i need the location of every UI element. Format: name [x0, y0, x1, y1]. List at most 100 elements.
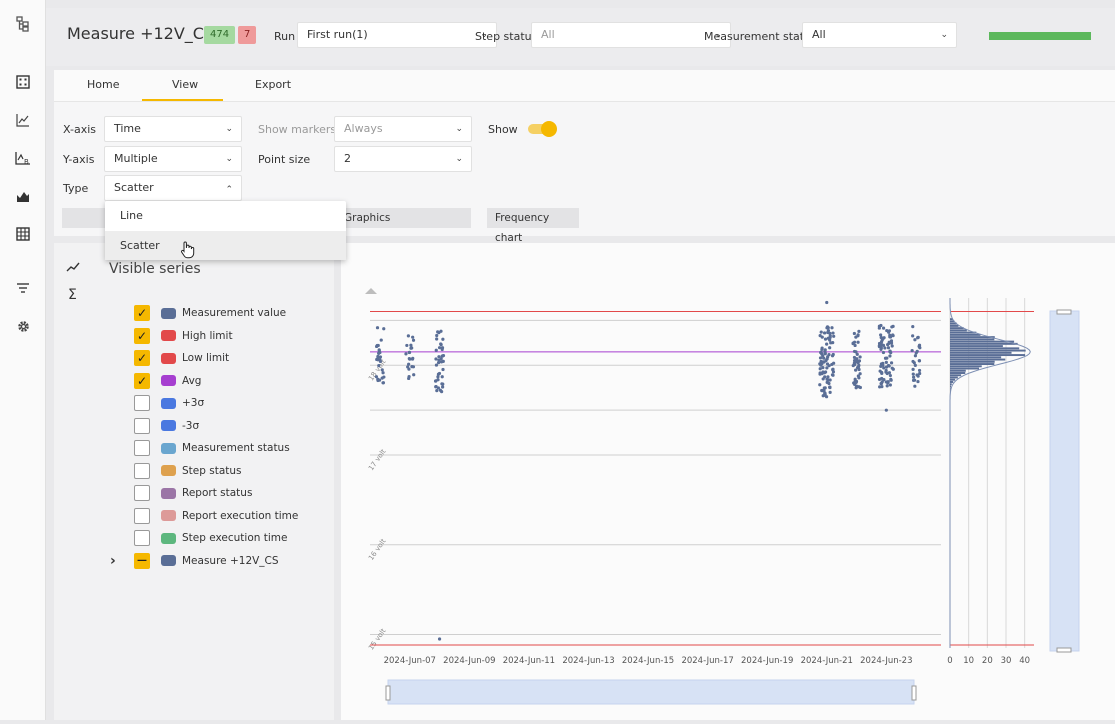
data-point — [853, 356, 856, 359]
data-point — [440, 357, 443, 360]
data-point — [437, 361, 440, 364]
measurement-status-select[interactable]: All ⌄ — [802, 22, 957, 48]
series-checkbox[interactable] — [134, 485, 150, 501]
data-point — [828, 364, 831, 367]
series-checkbox[interactable] — [134, 463, 150, 479]
show-toggle-knob[interactable] — [541, 121, 557, 137]
histogram-bar — [950, 386, 951, 388]
sigma-icon[interactable]: Σ — [68, 287, 77, 303]
limit-chart-icon[interactable]: B — [13, 148, 33, 168]
series-checkbox[interactable] — [134, 508, 150, 524]
data-point — [826, 357, 829, 360]
show-markers-value: Always — [344, 122, 383, 135]
histogram-tick-label: 20 — [982, 656, 993, 666]
data-point — [855, 381, 858, 384]
series-item[interactable]: +3σ — [134, 394, 204, 412]
data-point — [407, 334, 410, 337]
series-item[interactable]: Report status — [134, 484, 252, 502]
data-point — [852, 364, 855, 367]
series-label: Measurement value — [182, 307, 286, 319]
series-item[interactable]: ✓ Measurement value — [134, 304, 286, 322]
dropdown-option-line[interactable]: Line — [105, 201, 346, 230]
histogram-bar — [950, 361, 995, 363]
type-label: Type — [63, 182, 88, 195]
chevron-down-icon: ⌄ — [455, 147, 463, 171]
data-point — [375, 358, 378, 361]
data-point — [437, 331, 440, 334]
series-checkbox[interactable]: ✓ — [134, 328, 150, 344]
data-point — [911, 360, 914, 363]
data-point — [891, 344, 894, 347]
tab-view[interactable]: View — [172, 78, 198, 91]
data-point — [412, 373, 415, 376]
data-point — [824, 337, 827, 340]
tab-home[interactable]: Home — [87, 78, 119, 91]
series-item[interactable]: ✓Low limit — [134, 349, 229, 367]
dropdown-option-scatter[interactable]: Scatter — [105, 231, 346, 260]
series-item[interactable]: Measurement status — [134, 439, 290, 457]
data-point — [825, 301, 828, 304]
data-point — [412, 339, 415, 342]
series-item[interactable]: Step execution time — [134, 529, 287, 547]
data-point — [822, 377, 825, 380]
type-select[interactable]: Scatter ⌃ — [104, 175, 242, 201]
series-group-row[interactable]: ›—Measure +12V_CS — [110, 552, 279, 570]
data-point — [823, 386, 826, 389]
vertical-navigator-handle-bottom — [1057, 648, 1071, 652]
xaxis-select[interactable]: Time ⌄ — [104, 116, 242, 142]
data-point — [441, 348, 444, 351]
series-color-swatch — [161, 443, 176, 454]
data-point — [916, 380, 919, 383]
group-checkbox[interactable]: — — [134, 553, 150, 569]
data-point — [911, 349, 914, 352]
data-point — [823, 331, 826, 334]
series-checkbox[interactable] — [134, 395, 150, 411]
series-checkbox[interactable]: ✓ — [134, 305, 150, 321]
series-item[interactable]: -3σ — [134, 417, 199, 435]
data-point — [435, 337, 438, 340]
scatter-chart[interactable]: 18 volt17 volt16 volt15 volt2024-Jun-072… — [341, 243, 1115, 720]
series-label: Step execution time — [182, 532, 287, 544]
series-checkbox[interactable] — [134, 418, 150, 434]
data-point — [856, 341, 859, 344]
data-point — [376, 378, 379, 381]
histogram-bar — [950, 325, 959, 327]
x-tick-label: 2024-Jun-07 — [384, 656, 436, 666]
run-select[interactable]: First run(1) ⌄ — [297, 22, 497, 48]
histogram-bar — [950, 343, 1018, 345]
trend-icon[interactable] — [66, 257, 80, 276]
settings-gear-icon[interactable] — [13, 316, 33, 336]
data-point — [913, 338, 916, 341]
data-point — [880, 377, 883, 380]
series-item[interactable]: Report execution time — [134, 507, 298, 525]
tab-export[interactable]: Export — [255, 78, 291, 91]
series-item[interactable]: Step status — [134, 462, 242, 480]
hierarchy-icon[interactable] — [13, 14, 33, 34]
area-chart-icon[interactable] — [13, 186, 33, 206]
series-checkbox[interactable] — [134, 440, 150, 456]
series-item[interactable]: ✓Avg — [134, 372, 201, 390]
series-checkbox[interactable]: ✓ — [134, 350, 150, 366]
yaxis-select[interactable]: Multiple ⌄ — [104, 146, 242, 172]
data-point — [404, 352, 407, 355]
subtab-graphics[interactable]: Graphics — [336, 208, 471, 228]
subtab-frequency-chart[interactable]: Frequency chart — [487, 208, 579, 228]
data-point — [880, 336, 883, 339]
series-checkbox[interactable] — [134, 530, 150, 546]
data-point — [891, 325, 894, 328]
dashboard-icon[interactable] — [13, 72, 33, 92]
step-status-select[interactable]: All ⌄ — [531, 22, 731, 48]
chevron-right-icon[interactable]: › — [110, 553, 134, 569]
table-icon[interactable] — [13, 224, 33, 244]
show-markers-select[interactable]: Always ⌄ — [334, 116, 472, 142]
data-point — [889, 383, 892, 386]
line-chart-icon[interactable] — [13, 110, 33, 130]
series-checkbox[interactable]: ✓ — [134, 373, 150, 389]
point-size-select[interactable]: 2 ⌄ — [334, 146, 472, 172]
data-point — [382, 327, 385, 330]
collapse-arrow-icon — [365, 288, 377, 294]
filter-icon[interactable] — [13, 278, 33, 298]
series-item[interactable]: ✓High limit — [134, 327, 233, 345]
data-point — [885, 361, 888, 364]
data-point — [407, 363, 410, 366]
